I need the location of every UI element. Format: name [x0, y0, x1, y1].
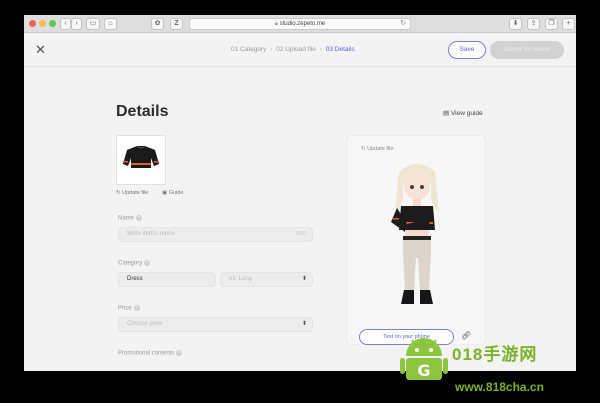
share-icon[interactable]: ⇪ — [527, 18, 540, 30]
avatar-preview-card — [346, 135, 486, 345]
update-file-label: Update file — [122, 190, 149, 196]
name-placeholder: Write item's name — [127, 231, 175, 237]
tabs-icon[interactable]: ❐ — [545, 18, 558, 30]
step-details[interactable]: 03 Details — [326, 46, 355, 53]
view-guide-link[interactable]: ▤ View guide — [443, 109, 483, 117]
category-label-text: Category — [118, 260, 143, 267]
name-input[interactable]: Write item's name 0/60 — [118, 227, 313, 242]
url-text: studio.zepeto.me — [279, 21, 326, 27]
promotional-label-text: Promotional contents — [118, 350, 175, 357]
help-icon[interactable]: ? — [144, 260, 151, 266]
chevron-right-icon: › — [319, 46, 322, 53]
address-bar[interactable]: 🔒︎ studio.zepeto.me ↻ — [189, 18, 411, 30]
page-title: Details — [116, 103, 169, 120]
update-file-link[interactable]: ↻ Update file — [116, 190, 154, 196]
guide-label: Guide — [168, 190, 184, 196]
submit-for-review-button[interactable]: Submit for review — [490, 41, 564, 59]
price-label-text: Price — [118, 305, 132, 312]
avatar-image — [391, 164, 439, 304]
new-tab-icon[interactable]: + — [562, 18, 575, 30]
name-char-counter: 0/60 — [296, 231, 306, 237]
maximize-window-button[interactable] — [49, 20, 56, 27]
extension-icon[interactable]: ✿ — [151, 18, 164, 30]
chevron-updown-icon: ⬍ — [301, 276, 307, 282]
help-icon[interactable]: ? — [133, 305, 140, 311]
subcategory-select[interactable]: ex. Long ⬍ — [220, 272, 313, 287]
promotional-label: Promotional contents? — [118, 350, 183, 357]
chevron-right-icon: › — [270, 46, 273, 53]
name-label: Name? — [118, 215, 143, 222]
svg-text:G: G — [417, 361, 430, 380]
view-guide-label: View guide — [450, 110, 483, 117]
close-icon[interactable]: ✕ — [35, 43, 46, 56]
item-thumbnail — [116, 135, 166, 185]
category-select[interactable]: Dress — [118, 272, 216, 287]
help-icon[interactable]: ? — [136, 215, 143, 221]
reload-icon[interactable]: ↻ — [400, 19, 406, 29]
crop-top-image — [123, 145, 159, 168]
step-breadcrumb: 01 Category › 02 Upload file › 03 Detail… — [231, 46, 355, 53]
step-upload-file[interactable]: 02 Upload file — [276, 46, 316, 53]
save-button[interactable]: Save — [448, 41, 486, 59]
forward-button[interactable]: › — [71, 18, 82, 30]
home-icon[interactable]: ⌂ — [104, 18, 117, 30]
preview-update-file-link[interactable]: ↻ Update file — [361, 146, 393, 152]
price-placeholder: Choose price — [127, 321, 163, 327]
help-icon[interactable]: ? — [176, 350, 183, 356]
watermark-url: www.818cha.cn — [455, 380, 544, 394]
android-logo-icon: G — [400, 338, 448, 380]
name-label-text: Name — [118, 215, 135, 222]
watermark-title: 018手游网 — [452, 345, 538, 364]
book-icon: ▤ — [443, 110, 450, 117]
price-label: Price? — [118, 305, 140, 312]
step-category[interactable]: 01 Category — [231, 46, 266, 53]
close-window-button[interactable] — [29, 20, 36, 27]
minimize-window-button[interactable] — [39, 20, 46, 27]
subcategory-placeholder: ex. Long — [229, 276, 253, 282]
browser-window: ‹ › ▭ ⌂ ✿ Z 🔒︎ studio.zepeto.me ↻ ⬇ ⇪ ❐ … — [24, 15, 576, 371]
thumbnail-actions: ↻ Update file ▣ Guide — [116, 190, 195, 196]
category-label: Category? — [118, 260, 151, 267]
back-button[interactable]: ‹ — [60, 18, 71, 30]
preview-update-label: Update file — [367, 146, 394, 152]
download-icon[interactable]: ⬇ — [509, 18, 522, 30]
tab-z-button[interactable]: Z — [170, 18, 183, 30]
sidebar-toggle-icon[interactable]: ▭ — [86, 18, 100, 30]
app-header: ✕ 01 Category › 02 Upload file › 03 Deta… — [24, 33, 576, 67]
chevron-updown-icon: ⬍ — [301, 321, 307, 327]
price-select[interactable]: Choose price ⬍ — [118, 317, 313, 332]
link-icon[interactable]: 🔗︎ — [461, 331, 471, 340]
lock-icon: 🔒︎ — [274, 21, 278, 27]
guide-link[interactable]: ▣ Guide — [162, 190, 189, 196]
category-value: Dress — [127, 276, 143, 282]
browser-toolbar: ‹ › ▭ ⌂ ✿ Z 🔒︎ studio.zepeto.me ↻ ⬇ ⇪ ❐ … — [24, 15, 576, 33]
